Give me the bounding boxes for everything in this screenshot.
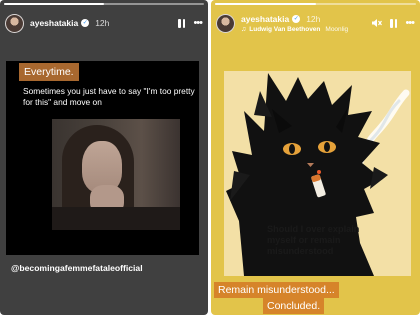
- music-note-icon: ♫: [241, 25, 247, 33]
- music-sticker[interactable]: ♫ Ludwig Van Beethoven Moonlig: [241, 26, 348, 33]
- avatar[interactable]: [216, 13, 235, 33]
- mention-handle[interactable]: @becomingafemmefataleofficial: [11, 263, 143, 273]
- story-progress-bar: [215, 3, 416, 5]
- story-controls: •••: [178, 17, 203, 28]
- quote-text: Sometimes you just have to say "I'm too …: [23, 86, 195, 107]
- timestamp: 12h: [95, 18, 110, 28]
- sticker-label: Everytime.: [19, 63, 79, 81]
- caption-line-2: Concluded.: [263, 298, 325, 314]
- story-progress-bar: [4, 3, 204, 5]
- verified-badge-icon: ✓: [81, 19, 90, 27]
- music-track: Moonlig: [325, 25, 349, 33]
- more-icon[interactable]: •••: [193, 17, 203, 28]
- mute-icon[interactable]: [371, 18, 383, 28]
- pause-icon[interactable]: [178, 18, 186, 28]
- story-header: ayeshatakia ✓ 12h ♫ Ludwig Van Beethoven…: [216, 10, 415, 36]
- caption-line-1: Remain misunderstood...: [214, 282, 339, 298]
- story-header: ayeshatakia ✓ 12h •••: [5, 10, 203, 36]
- timestamp: 12h: [306, 13, 321, 24]
- verified-badge-icon: ✓: [292, 14, 301, 23]
- username[interactable]: ayeshatakia: [30, 18, 78, 28]
- story-progress-fill: [4, 3, 104, 5]
- username[interactable]: ayeshatakia: [241, 14, 289, 24]
- story-meta: ayeshatakia ✓ 12h ♫ Ludwig Van Beethoven…: [241, 14, 348, 33]
- story-controls: •••: [371, 17, 415, 28]
- music-artist: Ludwig Van Beethoven: [249, 25, 321, 33]
- art-caption: Should I over explain myself or remain m…: [267, 224, 360, 256]
- user-row: ayeshatakia ✓ 12h: [241, 14, 348, 24]
- woman-photo: [52, 119, 180, 230]
- user-row: ayeshatakia ✓ 12h: [30, 18, 109, 28]
- more-icon[interactable]: •••: [405, 17, 415, 28]
- avatar[interactable]: [5, 13, 24, 33]
- story-meta: ayeshatakia ✓ 12h: [30, 18, 109, 28]
- pause-icon[interactable]: [390, 18, 398, 28]
- story-progress-fill: [215, 3, 316, 5]
